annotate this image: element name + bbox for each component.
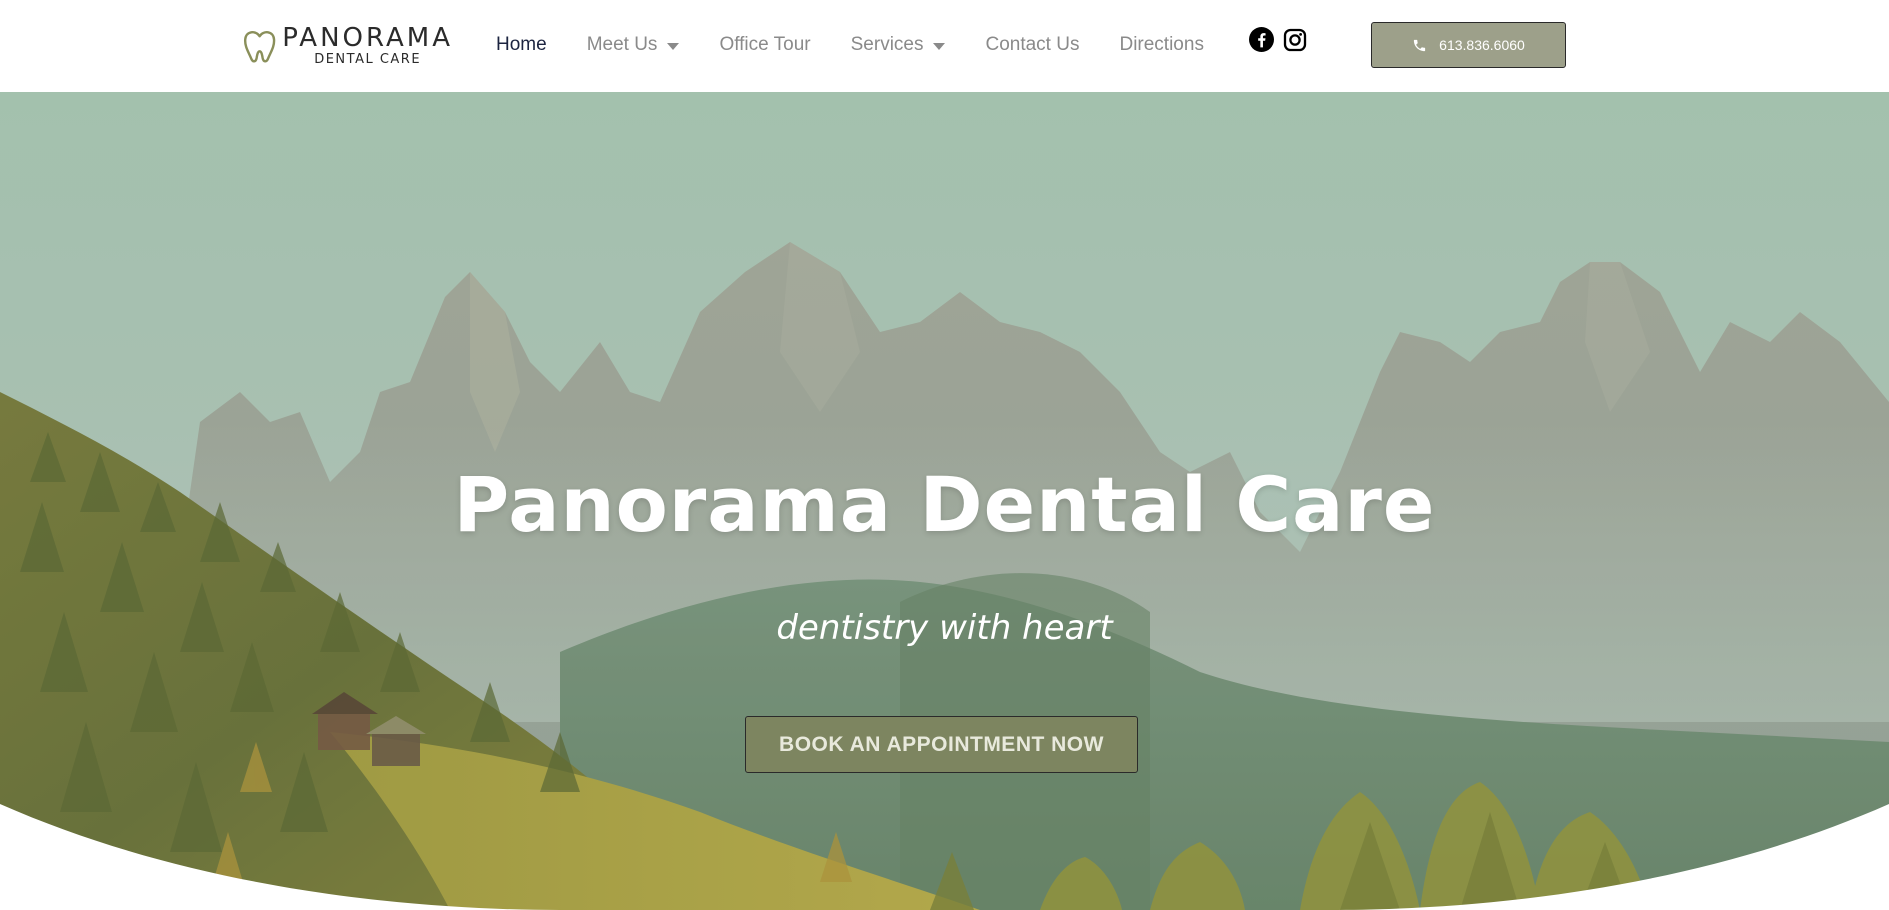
nav-item-label: Services: [850, 34, 924, 55]
site-logo[interactable]: PANORAMA DENTAL CARE: [243, 22, 453, 70]
caret-down-icon: [933, 43, 946, 50]
nav-item-label: Home: [496, 34, 547, 55]
nav-item-label: Meet Us: [586, 34, 658, 55]
nav-item-services[interactable]: Services: [851, 34, 946, 56]
logo-text: PANORAMA DENTAL CARE: [282, 24, 453, 68]
site-header: PANORAMA DENTAL CARE Home Meet Us Office…: [0, 0, 1889, 92]
hero-title: Panorama Dental Care: [453, 460, 1436, 549]
nav-item-label: Directions: [1119, 34, 1204, 55]
nav-item-directions[interactable]: Directions: [1119, 34, 1203, 56]
nav-item-meet-us[interactable]: Meet Us: [587, 34, 680, 56]
phone-icon: [1414, 39, 1426, 51]
nav-item-contact-us[interactable]: Contact Us: [985, 34, 1079, 56]
book-appointment-button[interactable]: BOOK AN APPOINTMENT NOW: [745, 716, 1138, 773]
nav-item-label: Contact Us: [985, 34, 1080, 55]
logo-subtitle: DENTAL CARE: [314, 52, 422, 67]
instagram-link[interactable]: [1283, 28, 1307, 52]
logo-name: PANORAMA: [282, 23, 453, 53]
instagram-icon: [1283, 28, 1307, 51]
facebook-icon: [1249, 27, 1274, 52]
caret-down-icon: [667, 43, 680, 50]
phone-button[interactable]: 613.836.6060: [1371, 22, 1566, 68]
hero-section: Panorama Dental Care dentistry with hear…: [0, 92, 1889, 910]
hero-tagline: dentistry with heart: [776, 608, 1113, 648]
facebook-link[interactable]: [1249, 27, 1274, 52]
nav-item-label: Office Tour: [719, 34, 811, 55]
social-links: [1249, 27, 1316, 52]
nav-item-office-tour[interactable]: Office Tour: [719, 34, 810, 56]
tooth-heart-icon: [244, 31, 276, 63]
nav-item-home[interactable]: Home: [496, 34, 547, 56]
main-nav: Home Meet Us Office Tour Services Contac…: [496, 28, 1244, 62]
phone-number: 613.836.6060: [1439, 37, 1525, 53]
